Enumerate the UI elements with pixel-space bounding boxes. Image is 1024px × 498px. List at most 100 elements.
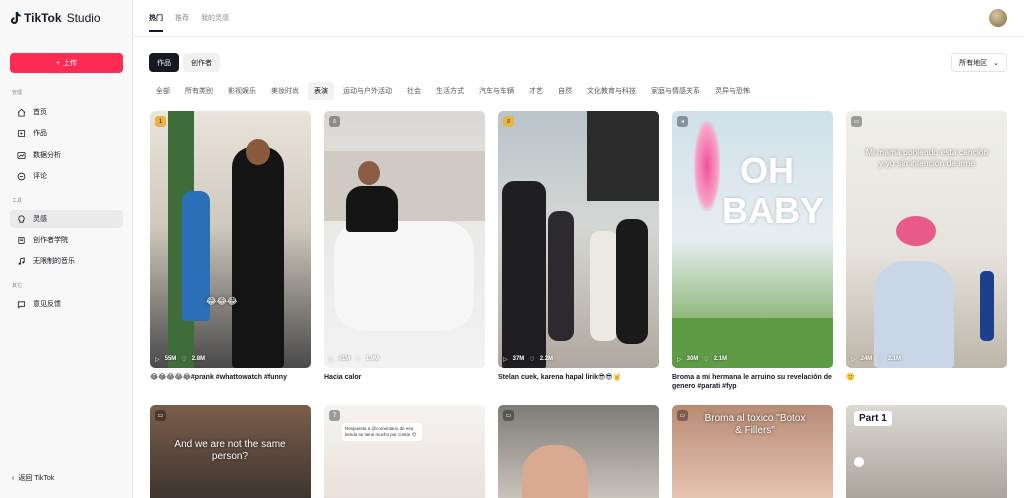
video-overlay-text: And we are not the same person? [174, 439, 286, 462]
category-chip[interactable]: 汽车与车辆 [473, 82, 520, 100]
category-chip[interactable]: 生活方式 [430, 82, 470, 100]
sidebar-item-label: 灵感 [33, 216, 47, 223]
person-figure [590, 231, 618, 341]
view-count: 55M [164, 356, 177, 362]
category-chip[interactable]: 自然 [552, 82, 578, 100]
bed-covers [334, 221, 474, 331]
sidebar-item-comments[interactable]: 评论 [10, 167, 123, 185]
feedback-icon [17, 300, 26, 308]
video-card[interactable]: ≡ ▷ 41M ♡ 1.9M Hacia calor [324, 111, 485, 382]
video-overlay-text: 😂😂😂 [206, 296, 238, 306]
avatar[interactable] [989, 9, 1007, 27]
video-caption[interactable]: Hacia calor [324, 373, 485, 382]
sidebar-item-feedback[interactable]: 意见反馈 [10, 295, 123, 313]
back-label: 返回 TikTok [18, 475, 55, 482]
video-caption[interactable]: Stelan cuek, karena hapal lirik😎😎🤘 [498, 373, 659, 382]
video-thumbnail[interactable]: 😂😂😂 1 ▷ 55M ♡ 2.8M [150, 111, 311, 368]
main-content: 热门 推荐 我的灵感 作品 创作者 所有地区 ⌄ 全部 所有类别 影视娱乐 美妆… [134, 0, 1024, 498]
category-chip[interactable]: 社会 [401, 82, 427, 100]
video-stats: ▷ 41M ♡ 1.9M [329, 356, 379, 363]
category-chip[interactable]: 影视娱乐 [222, 82, 262, 100]
video-card[interactable]: ≡ ▷ 37M ♡ 2.2M Stelan cuek, karena hapal l… [498, 111, 659, 382]
app-suffix: Studio [66, 11, 101, 25]
view-count: 37M [512, 356, 525, 362]
category-chip[interactable]: 所有类别 [179, 82, 219, 100]
video-thumbnail[interactable]: ≡ ▷ 37M ♡ 2.2M [498, 111, 659, 368]
tab-hot[interactable]: 热门 [149, 13, 163, 32]
video-overlay-text: Broma al toxico "Botox & Fillers" [704, 413, 806, 436]
like-count: 2.1M [887, 356, 902, 362]
view-count: 30M [686, 356, 699, 362]
segment-creators[interactable]: 创作者 [183, 53, 220, 72]
section-manage: 管理 [12, 90, 23, 96]
pink-smoke [694, 121, 720, 211]
video-stats: ▷ 37M ♡ 2.2M [503, 356, 553, 363]
video-card[interactable]: Broma al toxico "Botox & Fillers" ▭ [672, 405, 833, 498]
video-thumbnail[interactable]: And we are not the same person? ▭ [150, 405, 311, 498]
video-thumbnail[interactable]: ≡ ▷ 41M ♡ 1.9M [324, 111, 485, 368]
sidebar-item-inspiration[interactable]: 灵感 [10, 210, 123, 228]
video-card[interactable]: 😂😂😂 1 ▷ 55M ♡ 2.8M 😂😂😂😂😂#prank #whattowatc… [150, 111, 311, 382]
music-icon [18, 256, 25, 265]
category-chip[interactable]: 美妆时尚 [265, 82, 305, 100]
video-card[interactable]: Part 1 [846, 405, 1007, 498]
video-thumbnail[interactable]: Broma al toxico "Botox & Fillers" ▭ [672, 405, 833, 498]
tiktok-studio-logo[interactable]: TikTok Studio [11, 11, 101, 25]
sidebar-item-home[interactable]: 首页 [10, 103, 123, 121]
video-caption[interactable]: 😂😂😂😂😂#prank #whattowatch #funny [150, 373, 311, 382]
video-thumbnail[interactable]: Respuesta a @comentario de esa tienda se… [324, 405, 485, 498]
tab-recommended[interactable]: 推荐 [175, 13, 189, 32]
academy-icon [18, 236, 25, 244]
marquee-letters: OH BABY [722, 150, 825, 231]
top-tabs: 热门 推荐 我的灵感 [149, 13, 229, 32]
video-caption[interactable]: 🙂 [846, 373, 1007, 382]
video-card[interactable]: And we are not the same person? ▭ [150, 405, 311, 498]
category-chip[interactable]: 全部 [150, 82, 176, 100]
comment-icon [17, 172, 26, 180]
sidebar-item-posts[interactable]: 作品 [10, 124, 123, 142]
post-type-badge: ▭ [851, 116, 862, 127]
video-thumbnail[interactable]: OH BABY ◂ ▷ 30M ♡ 2.1M [672, 111, 833, 368]
sidebar: TikTok Studio + 上传 管理 首页 作品 数据分析 评论 工具 灵… [0, 0, 133, 498]
play-icon: ▷ [329, 357, 334, 363]
video-overlay-text: Respuesta a @comentario de esa tienda se… [342, 423, 422, 441]
category-filter: 全部 所有类别 影视娱乐 美妆时尚 表演 运动与户外活动 社会 生活方式 汽车与… [150, 82, 756, 100]
inset-photo [587, 111, 659, 201]
tab-my-inspiration[interactable]: 我的灵感 [201, 13, 229, 32]
divider [134, 36, 1024, 37]
heart-icon: ♡ [529, 357, 535, 363]
view-count: 41M [338, 356, 351, 362]
content-type-toggle: 作品 创作者 [149, 53, 220, 72]
video-card[interactable]: ▭ [498, 405, 659, 498]
video-thumbnail[interactable]: Part 1 [846, 405, 1007, 498]
category-chip[interactable]: 才艺 [523, 82, 549, 100]
video-card[interactable]: Mi mamá poniendo esta canción y yo sin i… [846, 111, 1007, 382]
sidebar-item-academy[interactable]: 创作者学院 [10, 231, 123, 249]
video-card[interactable]: OH BABY ◂ ▷ 30M ♡ 2.1M Broma a mi hermana … [672, 111, 833, 391]
video-thumbnail[interactable]: Mi mamá poniendo esta canción y yo sin i… [846, 111, 1007, 368]
category-chip[interactable]: 家庭与情感关系 [645, 82, 706, 100]
category-chip[interactable]: 文化教育与科技 [581, 82, 642, 100]
soda-bottle [980, 271, 994, 341]
category-chip-selected[interactable]: 表演 [308, 82, 334, 100]
video-card[interactable]: Respuesta a @comentario de esa tienda se… [324, 405, 485, 498]
heart-icon: ♡ [877, 357, 883, 363]
category-chip[interactable]: 运动与户外活动 [337, 82, 398, 100]
post-type-badge: 7 [329, 410, 340, 421]
region-select[interactable]: 所有地区 ⌄ [951, 53, 1007, 72]
video-overlay-text: Mi mamá poniendo esta canción y yo sin i… [865, 147, 989, 168]
person-figure [548, 211, 574, 341]
sidebar-item-music[interactable]: 无限制的音乐 [10, 252, 123, 270]
person-figure [346, 186, 398, 232]
play-icon: ▷ [677, 357, 682, 363]
category-chip[interactable]: 灵异与恐怖 [709, 82, 756, 100]
sidebar-item-analytics[interactable]: 数据分析 [10, 146, 123, 164]
upload-button[interactable]: + 上传 [10, 53, 123, 73]
video-thumbnail[interactable]: ▭ [498, 405, 659, 498]
rank-badge: 1 [155, 116, 166, 127]
tiktok-logo-icon [11, 12, 21, 24]
back-to-tiktok-link[interactable]: ‹ 返回 TikTok [12, 473, 54, 483]
segment-posts[interactable]: 作品 [149, 53, 179, 72]
video-caption[interactable]: Broma a mi hermana le arruino su revelac… [672, 373, 833, 391]
app-name: TikTok [24, 11, 62, 25]
